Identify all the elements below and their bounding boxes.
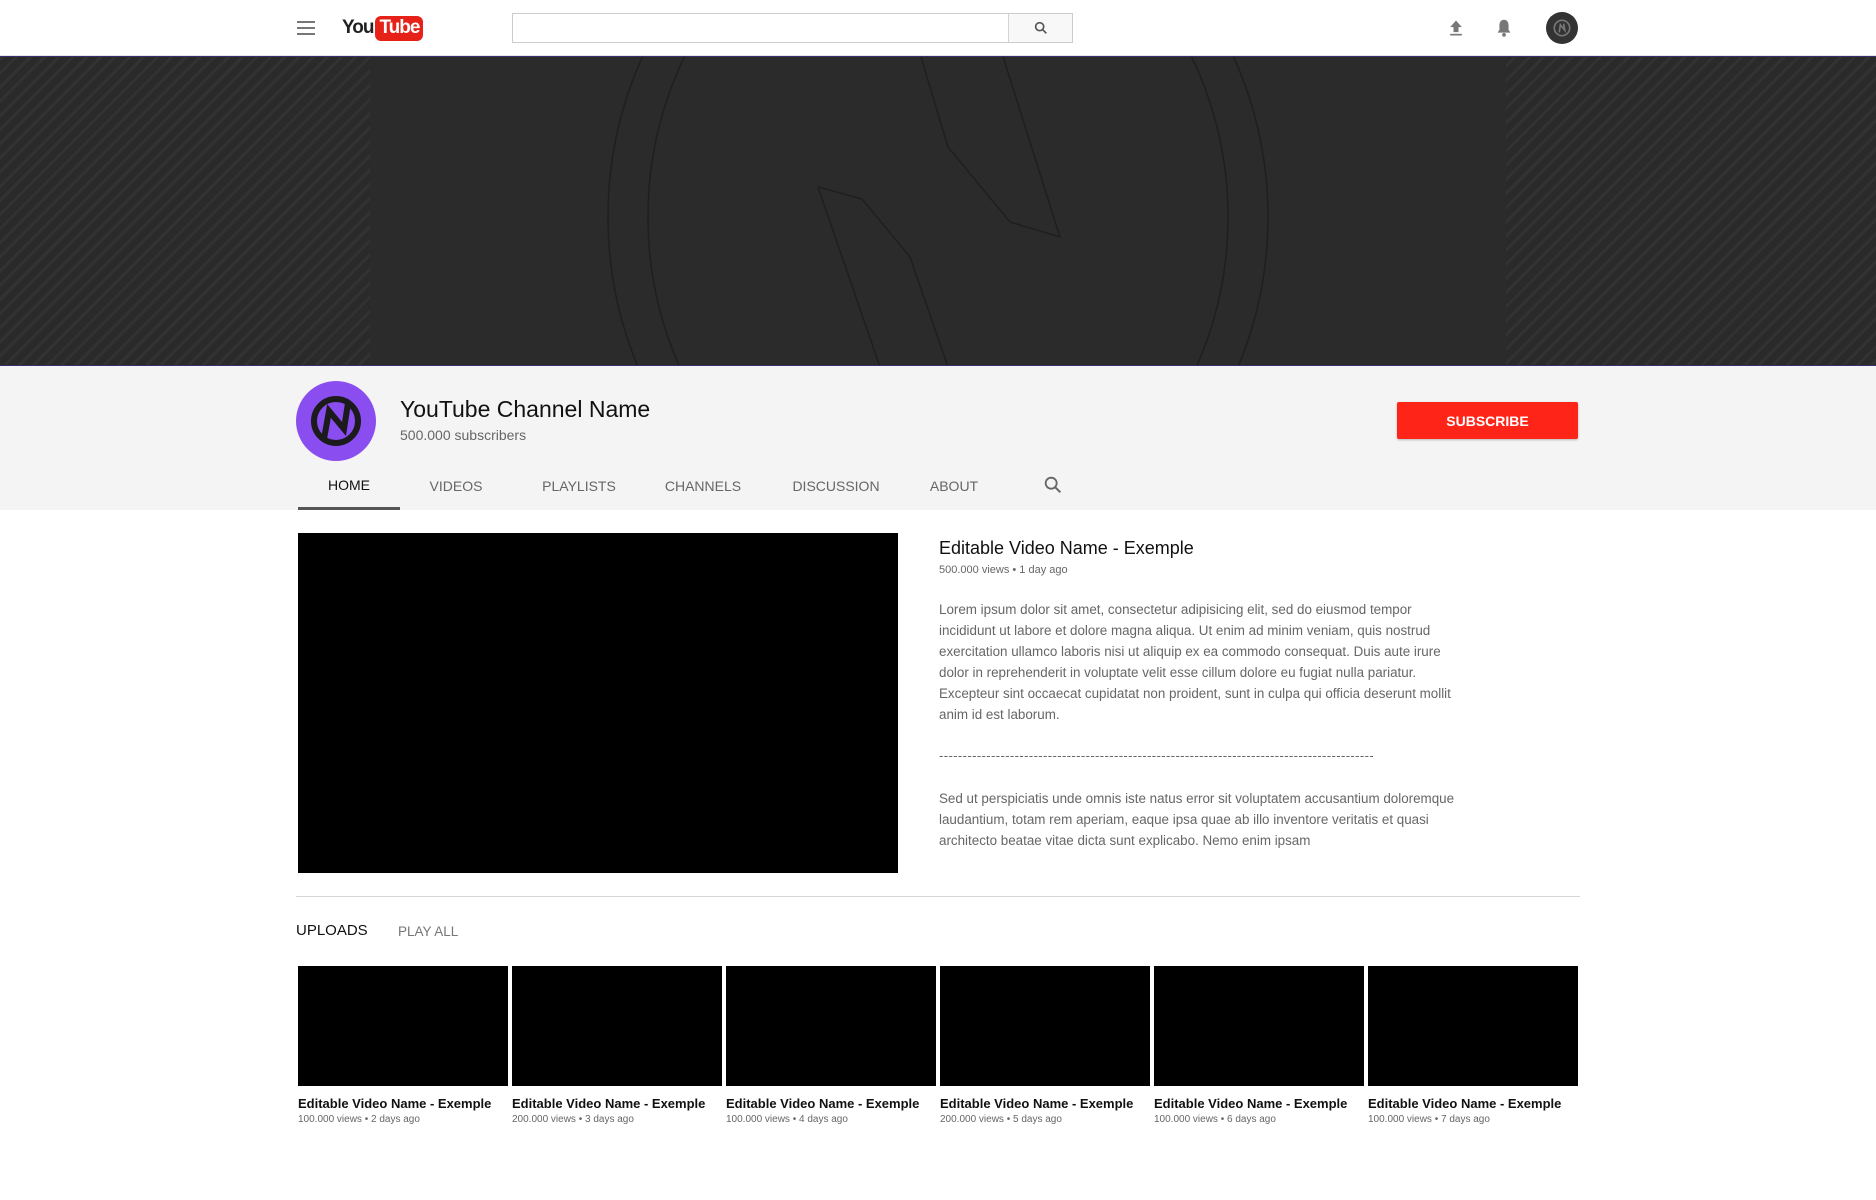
play-all-button[interactable]: PLAY ALL: [398, 924, 458, 939]
video-thumbnail[interactable]: [512, 966, 722, 1086]
channel-header: YouTube Channel Name 500.000 subscribers…: [0, 366, 1876, 510]
logo-you-text: You: [342, 17, 375, 38]
video-meta: 100.000 views • 4 days ago: [726, 1114, 848, 1125]
video-meta: 200.000 views • 3 days ago: [512, 1114, 634, 1125]
featured-video-description-continued: Sed ut perspiciatis unde omnis iste natu…: [939, 791, 1455, 848]
search-input[interactable]: [513, 14, 1008, 42]
search-icon: [1044, 476, 1062, 494]
video-card[interactable]: Editable Video Name - Exemple 100.000 vi…: [1368, 966, 1578, 1125]
search-bar: [512, 13, 1073, 43]
tab-playlists[interactable]: PLAYLISTS: [534, 462, 624, 510]
video-thumbnail[interactable]: [726, 966, 936, 1086]
banner-logo-watermark: [607, 57, 1269, 365]
channel-name: YouTube Channel Name: [400, 396, 651, 422]
tab-channels[interactable]: CHANNELS: [658, 462, 748, 510]
channel-logo-icon: [1553, 19, 1571, 37]
video-title[interactable]: Editable Video Name - Exemple: [1154, 1096, 1364, 1111]
video-card[interactable]: Editable Video Name - Exemple 100.000 vi…: [726, 966, 936, 1125]
search-icon: [1034, 21, 1047, 34]
youtube-logo[interactable]: You Tube: [342, 14, 424, 42]
channel-banner: [0, 56, 1876, 366]
notifications-button[interactable]: [1490, 14, 1518, 42]
menu-icon[interactable]: [294, 16, 320, 40]
video-card[interactable]: Editable Video Name - Exemple 200.000 vi…: [940, 966, 1150, 1125]
video-title[interactable]: Editable Video Name - Exemple: [1368, 1096, 1578, 1111]
video-card[interactable]: Editable Video Name - Exemple 200.000 vi…: [512, 966, 722, 1125]
subscribe-button[interactable]: SUBSCRIBE: [1397, 402, 1578, 439]
video-title[interactable]: Editable Video Name - Exemple: [298, 1096, 508, 1111]
uploads-heading[interactable]: UPLOADS: [296, 922, 368, 939]
video-title[interactable]: Editable Video Name - Exemple: [940, 1096, 1150, 1111]
banner-artwork: [370, 57, 1506, 365]
video-title[interactable]: Editable Video Name - Exemple: [726, 1096, 936, 1111]
top-bar: You Tube: [0, 0, 1876, 56]
upload-icon: [1450, 20, 1462, 36]
tab-about[interactable]: ABOUT: [924, 462, 984, 510]
subscriber-count: 500.000 subscribers: [400, 427, 527, 443]
video-thumbnail[interactable]: [1368, 966, 1578, 1086]
video-card[interactable]: Editable Video Name - Exemple 100.000 vi…: [1154, 966, 1364, 1125]
video-meta: 100.000 views • 6 days ago: [1154, 1114, 1276, 1125]
tab-home[interactable]: HOME: [298, 462, 400, 510]
video-meta: 100.000 views • 2 days ago: [298, 1114, 420, 1125]
video-meta: 100.000 views • 7 days ago: [1368, 1114, 1490, 1125]
video-thumbnail[interactable]: [1154, 966, 1364, 1086]
video-title[interactable]: Editable Video Name - Exemple: [512, 1096, 722, 1111]
video-thumbnail[interactable]: [298, 966, 508, 1086]
tab-videos[interactable]: VIDEOS: [416, 462, 496, 510]
search-button[interactable]: [1008, 14, 1072, 42]
logo-tube-text: Tube: [375, 15, 424, 41]
channel-search-button[interactable]: [1042, 474, 1066, 498]
section-divider: [296, 896, 1580, 897]
featured-video-description: Lorem ipsum dolor sit amet, consectetur …: [939, 602, 1451, 722]
uploads-grid: Editable Video Name - Exemple 100.000 vi…: [298, 966, 1580, 1136]
featured-video-meta: 500.000 views • 1 day ago: [939, 564, 1068, 576]
tab-discussion[interactable]: DISCUSSION: [784, 462, 888, 510]
video-thumbnail[interactable]: [940, 966, 1150, 1086]
featured-video-player[interactable]: [298, 533, 898, 873]
video-meta: 200.000 views • 5 days ago: [940, 1114, 1062, 1125]
upload-button[interactable]: [1442, 14, 1470, 42]
video-card[interactable]: Editable Video Name - Exemple 100.000 vi…: [298, 966, 508, 1125]
channel-avatar[interactable]: [296, 381, 376, 461]
bell-icon: [1497, 19, 1511, 37]
featured-video-title[interactable]: Editable Video Name - Exemple: [939, 538, 1194, 559]
user-avatar[interactable]: [1546, 12, 1578, 44]
channel-logo-icon: [311, 396, 361, 446]
description-divider: ----------------------------------------…: [939, 748, 1375, 763]
